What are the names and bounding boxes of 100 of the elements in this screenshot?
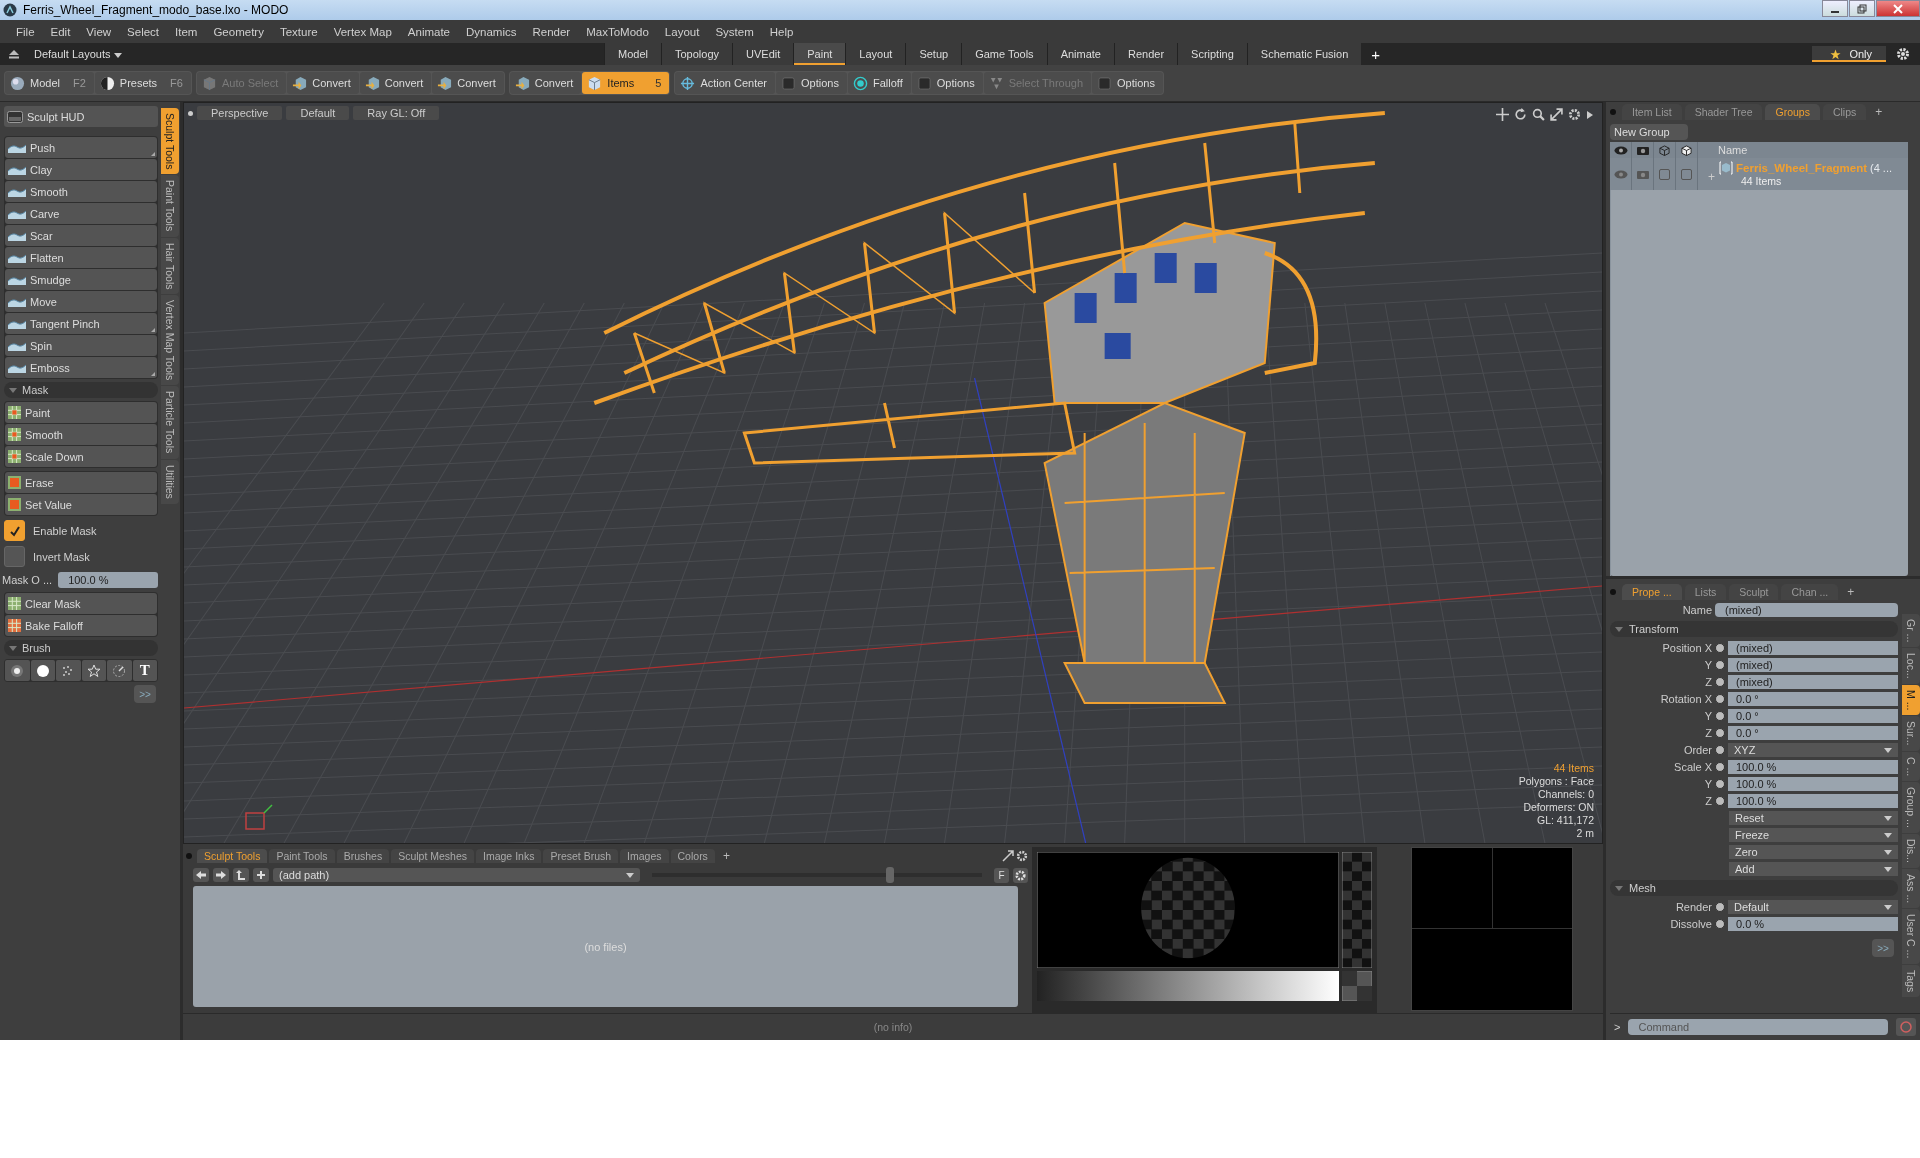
value-field[interactable]: 0.0 °: [1728, 692, 1898, 706]
menu-item[interactable]: Texture: [271, 25, 326, 38]
toolbar-button[interactable]: Presets F6: [94, 72, 191, 94]
3d-viewport[interactable]: Perspective Default Ray GL: Off 44 Items Polygons : Face Channels: 0 Deformers: ON GL: 411,172 2 m: [183, 102, 1603, 844]
search-icon[interactable]: [1532, 108, 1545, 121]
sculpt-tool-button[interactable]: Emboss: [5, 357, 157, 378]
side-tab[interactable]: C ...: [1902, 751, 1920, 782]
add-tab-button[interactable]: +: [1841, 585, 1861, 599]
sculpt-tool-button[interactable]: Spin: [5, 335, 157, 356]
toolbar-button[interactable]: Convert: [359, 72, 432, 94]
add-tab-button[interactable]: +: [1869, 105, 1889, 119]
expand-icon[interactable]: [1550, 108, 1563, 121]
expand-icon[interactable]: [1002, 849, 1014, 862]
panel-tab[interactable]: Clips: [1822, 104, 1867, 120]
settings-icon[interactable]: [1013, 867, 1028, 883]
layout-dropdown[interactable]: Default Layouts: [34, 48, 604, 60]
side-tab[interactable]: Particle Tools: [161, 386, 179, 459]
menu-item[interactable]: Animate: [399, 25, 458, 38]
value-field[interactable]: (mixed): [1728, 641, 1898, 655]
layout-tab[interactable]: Scripting: [1177, 43, 1247, 65]
menu-item[interactable]: View: [78, 25, 120, 38]
new-group-button[interactable]: New Group: [1610, 124, 1688, 140]
side-tab[interactable]: Gr ...: [1902, 614, 1920, 648]
menu-item[interactable]: Item: [167, 25, 206, 38]
command-field[interactable]: Command: [1628, 1019, 1888, 1035]
sculpt-tool-button[interactable]: Clay: [5, 159, 157, 180]
side-tab[interactable]: Sculpt Tools: [161, 108, 179, 175]
toolbar-button[interactable]: Options: [1092, 72, 1163, 94]
value-field[interactable]: (mixed): [1728, 675, 1898, 689]
sculpt-tool-button[interactable]: Smooth: [5, 181, 157, 202]
plus-icon[interactable]: [253, 868, 269, 882]
add-tab-button[interactable]: +: [716, 848, 736, 863]
menu-item[interactable]: Select: [119, 25, 168, 38]
sculpt-tool-button[interactable]: Smudge: [5, 269, 157, 290]
value-field[interactable]: 100.0 %: [1728, 760, 1898, 774]
mask-tool-button[interactable]: Set Value: [5, 494, 157, 515]
layout-tab[interactable]: Model: [604, 43, 661, 65]
viewport-option-button[interactable]: Ray GL: Off: [353, 106, 440, 120]
sculpt-tool-button[interactable]: Move: [5, 291, 157, 312]
panel-tab[interactable]: Preset Brush: [543, 848, 619, 863]
panel-tab[interactable]: Item List: [1622, 104, 1682, 120]
filter-button[interactable]: F: [994, 867, 1009, 883]
eject-icon[interactable]: [8, 49, 20, 59]
mask-action-button[interactable]: Bake Falloff: [5, 615, 157, 636]
layout-tab[interactable]: Animate: [1046, 43, 1114, 65]
value-field[interactable]: 100.0 %: [1728, 777, 1898, 791]
cube-icon[interactable]: [1681, 144, 1692, 156]
panel-tab[interactable]: Chan ...: [1781, 584, 1839, 600]
side-tab[interactable]: User C ...: [1902, 909, 1920, 964]
toolbar-button[interactable]: Options: [911, 72, 983, 94]
sculpt-hud-button[interactable]: Sculpt HUD: [4, 106, 158, 127]
mask-tool-button[interactable]: Scale Down: [5, 446, 157, 467]
settings-icon[interactable]: [1016, 849, 1028, 862]
action-dropdown[interactable]: Zero: [1729, 845, 1898, 859]
action-dropdown[interactable]: Reset: [1729, 811, 1898, 825]
move-icon[interactable]: [1496, 108, 1509, 121]
menu-item[interactable]: Geometry: [205, 25, 272, 38]
back-arrow-icon[interactable]: [193, 868, 209, 882]
panel-tab[interactable]: Sculpt Meshes: [391, 848, 475, 863]
sculpt-tool-button[interactable]: Flatten: [5, 247, 157, 268]
group-row[interactable]: + Ferris_Wheel_Fragment (4 ... 44 Items: [1610, 158, 1908, 190]
menu-item[interactable]: Layout: [656, 25, 708, 38]
sculpt-tool-button[interactable]: Scar: [5, 225, 157, 246]
section-header[interactable]: Mesh: [1610, 880, 1898, 896]
section-header[interactable]: Brush: [4, 640, 158, 656]
side-tab[interactable]: Group ...: [1902, 782, 1920, 834]
section-header[interactable]: Transform: [1610, 621, 1898, 637]
up-folder-icon[interactable]: [233, 868, 249, 882]
menu-item[interactable]: MaxToModo: [578, 25, 657, 38]
side-tab[interactable]: Vertex Map Tools: [161, 295, 179, 386]
toggle-box[interactable]: [1659, 168, 1670, 180]
expand-button[interactable]: >>: [134, 685, 156, 703]
sculpt-tool-button[interactable]: Carve: [5, 203, 157, 224]
value-field[interactable]: 0.0 %: [1728, 917, 1898, 931]
triangle-icon[interactable]: [1586, 109, 1594, 120]
viewport-option-button[interactable]: Perspective: [197, 106, 283, 120]
toggle-box[interactable]: [1681, 168, 1692, 180]
mask-tool-button[interactable]: Smooth: [5, 424, 157, 445]
expand-button[interactable]: >>: [1872, 939, 1894, 957]
sculpt-tool-button[interactable]: Push: [5, 137, 157, 158]
camera-icon[interactable]: [1636, 145, 1649, 155]
panel-tab[interactable]: Images: [620, 848, 669, 863]
value-field[interactable]: 0.0 °: [1728, 709, 1898, 723]
brush-shape-button[interactable]: [81, 660, 106, 681]
side-tab[interactable]: Tags: [1902, 964, 1920, 997]
mask-tool-button[interactable]: Erase: [5, 472, 157, 493]
name-field[interactable]: (mixed): [1715, 603, 1898, 617]
layout-tab[interactable]: Layout: [845, 43, 906, 65]
panel-tab[interactable]: Groups: [1765, 104, 1820, 120]
settings-icon[interactable]: [1896, 47, 1910, 61]
maximize-button[interactable]: [1849, 0, 1875, 17]
path-dropdown[interactable]: (add path): [273, 868, 640, 882]
menu-item[interactable]: File: [8, 25, 43, 38]
side-tab[interactable]: Dis...: [1902, 834, 1920, 868]
rotate-icon[interactable]: [1514, 108, 1527, 121]
value-field[interactable]: 100.0 %: [1728, 794, 1898, 808]
side-tab[interactable]: Hair Tools: [161, 237, 179, 295]
viewport-option-button[interactable]: Default: [286, 106, 350, 120]
checkbox[interactable]: [4, 546, 25, 567]
action-dropdown[interactable]: Add: [1729, 862, 1898, 876]
